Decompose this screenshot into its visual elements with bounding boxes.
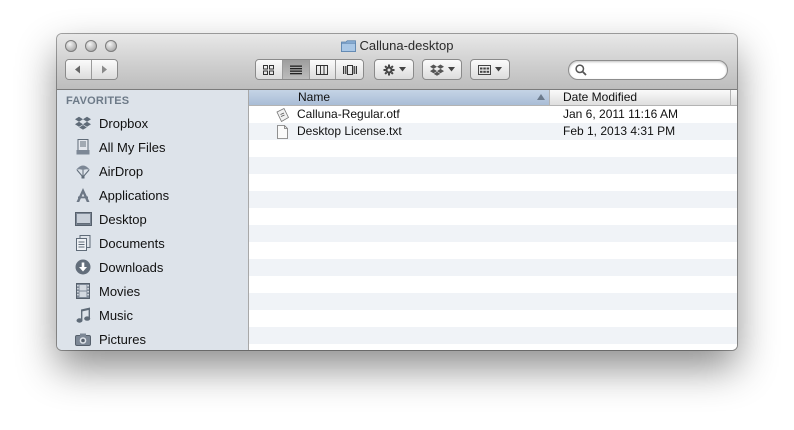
view-mode-control xyxy=(255,59,364,80)
sidebar-section-favorites: FAVORITES xyxy=(66,95,130,107)
file-name: Desktop License.txt xyxy=(297,124,402,138)
sidebar-item-label: Dropbox xyxy=(99,115,149,131)
chevron-down-icon xyxy=(447,67,455,72)
action-menu-button[interactable] xyxy=(374,59,414,80)
empty-row xyxy=(249,327,737,344)
dropbox-icon xyxy=(74,114,92,132)
icon-view-icon xyxy=(263,64,275,75)
sidebar: FAVORITES Dropbox All My Files AirDrop A… xyxy=(57,90,249,350)
sidebar-item-all-my-files[interactable]: All My Files xyxy=(57,135,248,159)
sidebar-item-desktop[interactable]: Desktop xyxy=(57,207,248,231)
forward-button[interactable] xyxy=(91,60,117,79)
empty-row xyxy=(249,225,737,242)
search-icon xyxy=(575,64,587,76)
empty-row xyxy=(249,276,737,293)
column-header-name-label: Name xyxy=(298,90,331,104)
finder-window: Calluna-desktop FAVORITES Dropbox All My… xyxy=(57,34,737,350)
search-input[interactable] xyxy=(589,63,723,79)
sort-ascending-icon xyxy=(537,94,545,100)
file-name: Calluna-Regular.otf xyxy=(297,107,400,121)
coverflow-view-button[interactable] xyxy=(336,60,363,79)
icon-view-button[interactable] xyxy=(256,60,283,79)
list-view-button[interactable] xyxy=(282,60,310,79)
sidebar-item-music[interactable]: Music xyxy=(57,303,248,327)
applications-icon xyxy=(74,186,92,204)
empty-row xyxy=(249,344,737,350)
arrange-icon xyxy=(478,64,491,75)
chevron-left-icon xyxy=(75,65,81,74)
dropbox-menu-button[interactable] xyxy=(422,59,462,80)
column-header-date-label: Date Modified xyxy=(563,90,638,104)
chevron-right-icon xyxy=(102,65,108,74)
all-my-files-icon xyxy=(74,138,92,156)
window-title: Calluna-desktop xyxy=(359,38,454,53)
font-file-icon xyxy=(276,108,289,122)
sidebar-item-documents[interactable]: Documents xyxy=(57,231,248,255)
back-button[interactable] xyxy=(66,60,92,79)
file-date-modified: Feb 1, 2013 4:31 PM xyxy=(563,124,676,138)
music-icon xyxy=(74,306,92,324)
sidebar-item-label: Documents xyxy=(99,235,165,251)
empty-row xyxy=(249,140,737,157)
sidebar-item-label: All My Files xyxy=(99,139,166,155)
empty-row xyxy=(249,157,737,174)
sidebar-item-label: Desktop xyxy=(99,211,147,227)
toolbar: Calluna-desktop xyxy=(57,34,737,90)
column-header-name[interactable]: Name xyxy=(249,90,550,105)
sidebar-item-airdrop[interactable]: AirDrop xyxy=(57,159,248,183)
chevron-down-icon xyxy=(495,67,502,72)
airdrop-icon xyxy=(74,162,92,180)
movies-icon xyxy=(74,282,92,300)
sidebar-item-label: Downloads xyxy=(99,259,164,275)
column-view-icon xyxy=(316,64,329,75)
nav-buttons xyxy=(65,59,118,80)
pictures-icon xyxy=(74,330,92,348)
dropbox-icon xyxy=(429,64,444,76)
coverflow-view-icon xyxy=(342,64,357,75)
folder-icon xyxy=(340,40,356,52)
empty-row xyxy=(249,293,737,310)
text-file-icon xyxy=(277,125,288,139)
file-row[interactable]: Calluna-Regular.otf Jan 6, 2011 11:16 AM xyxy=(249,106,737,123)
empty-row xyxy=(249,208,737,225)
sidebar-item-label: Applications xyxy=(99,187,170,203)
window-title-bar: Calluna-desktop xyxy=(57,37,737,55)
empty-row xyxy=(249,191,737,208)
sidebar-item-applications[interactable]: Applications xyxy=(57,183,248,207)
empty-row xyxy=(249,174,737,191)
sidebar-item-dropbox[interactable]: Dropbox xyxy=(57,111,248,135)
sidebar-item-label: Music xyxy=(99,307,133,323)
empty-row xyxy=(249,310,737,327)
arrange-menu-button[interactable] xyxy=(470,59,510,80)
file-list: Name Date Modified Calluna-Regular.otf J… xyxy=(249,90,737,350)
empty-row xyxy=(249,259,737,276)
column-header-date-modified[interactable]: Date Modified xyxy=(551,90,731,105)
sidebar-item-label: Pictures xyxy=(99,331,146,347)
empty-row xyxy=(249,242,737,259)
sidebar-item-movies[interactable]: Movies xyxy=(57,279,248,303)
documents-icon xyxy=(74,234,92,252)
desktop-icon xyxy=(74,210,92,228)
sidebar-item-pictures[interactable]: Pictures xyxy=(57,327,248,350)
downloads-icon xyxy=(74,258,92,276)
file-row[interactable]: Desktop License.txt Feb 1, 2013 4:31 PM xyxy=(249,123,737,140)
chevron-down-icon xyxy=(398,67,406,72)
column-view-button[interactable] xyxy=(309,60,337,79)
file-date-modified: Jan 6, 2011 11:16 AM xyxy=(563,107,678,121)
sidebar-item-label: Movies xyxy=(99,283,141,299)
list-view-icon xyxy=(289,65,302,74)
sidebar-item-downloads[interactable]: Downloads xyxy=(57,255,248,279)
gear-icon xyxy=(383,64,394,75)
search-field[interactable] xyxy=(568,60,728,80)
list-header: Name Date Modified xyxy=(249,90,737,106)
sidebar-item-label: AirDrop xyxy=(99,163,144,179)
